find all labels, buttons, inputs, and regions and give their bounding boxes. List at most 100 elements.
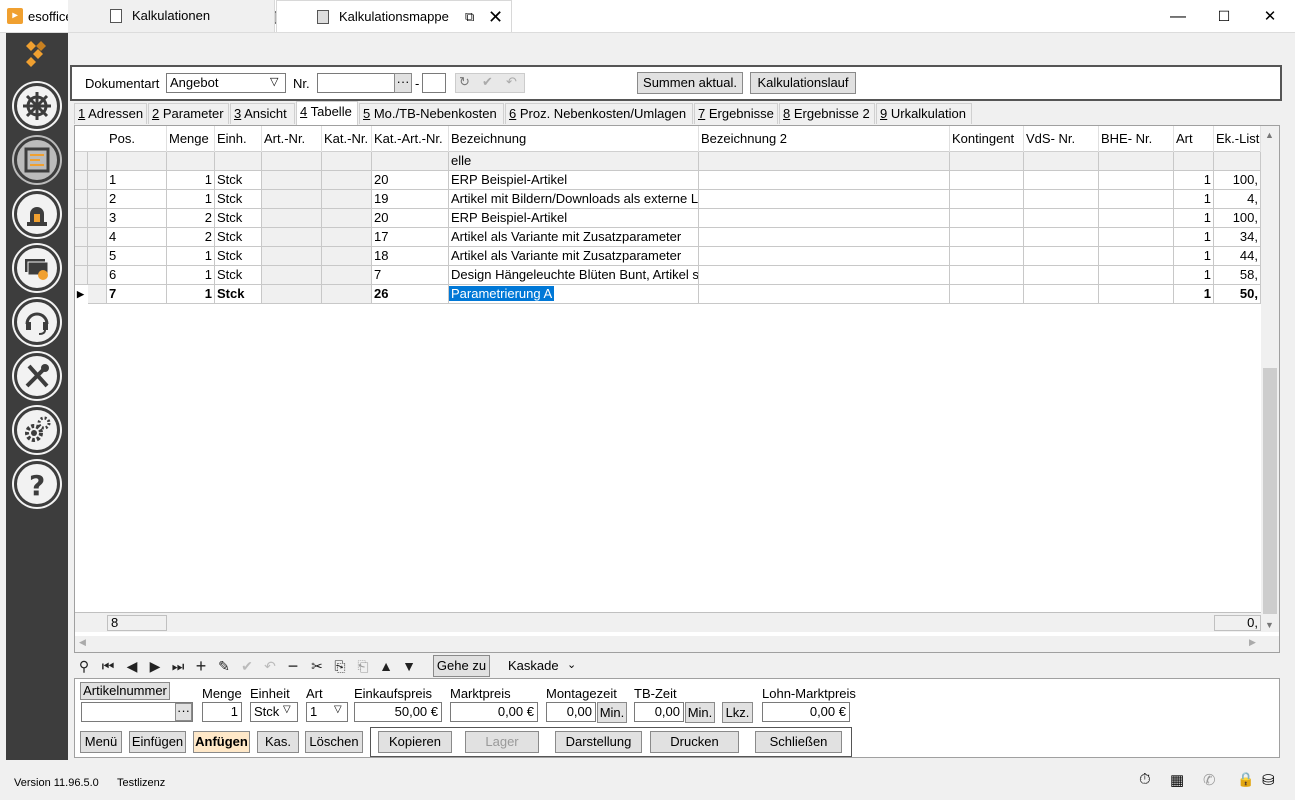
- summen-aktual-button[interactable]: Summen aktual.: [637, 72, 743, 94]
- einkaufspreis-input[interactable]: 50,00 €: [354, 702, 442, 722]
- chevron-down-icon[interactable]: ▽: [334, 704, 342, 715]
- table-row[interactable]: ▶ 7 1 Stck 26 Parametrierung A 1 50,: [75, 285, 1261, 304]
- cell-menge[interactable]: 1: [167, 266, 215, 285]
- cell-art[interactable]: 1: [1174, 228, 1214, 247]
- column-header-menge[interactable]: Menge: [167, 126, 215, 152]
- close-tab-icon[interactable]: ✕: [488, 1, 503, 33]
- cell-einh[interactable]: Stck: [215, 285, 262, 304]
- support-icon[interactable]: [14, 299, 60, 345]
- subtab-tabelle[interactable]: 4 Tabelle: [296, 101, 358, 125]
- cell-kontingent[interactable]: [950, 209, 1024, 228]
- schliessen-button[interactable]: Schließen: [755, 731, 842, 753]
- nr-browse-button[interactable]: ···: [394, 73, 412, 93]
- cell-pos[interactable]: 6: [107, 266, 167, 285]
- darstellung-button[interactable]: Darstellung: [555, 731, 642, 753]
- cell-pos[interactable]: 2: [107, 190, 167, 209]
- subtab-ergebnisse[interactable]: 7 Ergebnisse: [694, 103, 778, 124]
- timer-icon[interactable]: ⏱: [1139, 771, 1151, 788]
- filter-cell[interactable]: [1099, 152, 1174, 171]
- cell-einh[interactable]: Stck: [215, 266, 262, 285]
- cell-kontingent[interactable]: [950, 266, 1024, 285]
- cell-kat-art-nr[interactable]: 18: [372, 247, 449, 266]
- subtab-nebenkosten[interactable]: 5 Mo./TB-Nebenkosten: [359, 103, 504, 124]
- cell-einh[interactable]: Stck: [215, 247, 262, 266]
- scroll-right-icon[interactable]: ▶: [1249, 637, 1256, 648]
- tbzeit-input[interactable]: 0,00: [634, 702, 684, 722]
- filter-cell[interactable]: [88, 152, 107, 171]
- lock-icon[interactable]: 🔒: [1237, 771, 1254, 788]
- filter-input[interactable]: elle: [449, 152, 699, 171]
- min-button[interactable]: Min.: [685, 702, 715, 723]
- table-row[interactable]: 2 1 Stck 19 Artikel mit Bildern/Downloads al…: [75, 190, 1261, 209]
- cell-vds-nr[interactable]: [1024, 228, 1099, 247]
- cell-art[interactable]: 1: [1174, 285, 1214, 304]
- cell-kat-nr[interactable]: [322, 266, 372, 285]
- kaskade-dropdown[interactable]: Kaskade: [508, 658, 559, 673]
- subtab-ergebnisse-2[interactable]: 8 Ergebnisse 2: [779, 103, 875, 124]
- kopieren-button[interactable]: Kopieren: [378, 731, 452, 753]
- filter-cell[interactable]: [1214, 152, 1261, 171]
- tab-kalkulationsmappe[interactable]: Kalkulationsmappe ⧉ ✕: [276, 0, 512, 32]
- cell-pos[interactable]: 3: [107, 209, 167, 228]
- cell-bezeichnung[interactable]: Artikel mit Bildern/Downloads als extern…: [449, 190, 699, 209]
- cell-art-nr[interactable]: [262, 266, 322, 285]
- cell-ek-list[interactable]: 58,: [1214, 266, 1261, 285]
- first-record-icon[interactable]: ⏮: [98, 656, 118, 676]
- filter-cell[interactable]: [1024, 152, 1099, 171]
- cell-kat-nr[interactable]: [322, 209, 372, 228]
- chevron-down-icon[interactable]: ▽: [283, 704, 291, 715]
- kas-button[interactable]: Kas.: [257, 731, 299, 753]
- row-indicator[interactable]: [75, 190, 88, 209]
- cell-bhe-nr[interactable]: [1099, 190, 1174, 209]
- subtab-parameter[interactable]: 2 Parameter: [148, 103, 229, 124]
- row-indicator[interactable]: [75, 209, 88, 228]
- cell-menge[interactable]: 1: [167, 247, 215, 266]
- cell-ek-list[interactable]: 4,: [1214, 190, 1261, 209]
- cell-bezeichnung-2[interactable]: [699, 190, 950, 209]
- selected-text[interactable]: Parametrierung A: [449, 286, 555, 301]
- move-down-icon[interactable]: ▼: [399, 656, 419, 676]
- cell-bhe-nr[interactable]: [1099, 266, 1174, 285]
- refresh-icon[interactable]: ↻: [459, 74, 470, 90]
- row-indicator[interactable]: [75, 266, 88, 285]
- cell-bezeichnung[interactable]: Artikel als Variante mit Zusatzparameter: [449, 228, 699, 247]
- filter-cell[interactable]: [322, 152, 372, 171]
- cell-einh[interactable]: Stck: [215, 209, 262, 228]
- scroll-left-icon[interactable]: ◀: [79, 637, 86, 648]
- row-indicator[interactable]: ▶: [75, 285, 88, 304]
- filter-cell[interactable]: [372, 152, 449, 171]
- drucken-button[interactable]: Drucken: [650, 731, 739, 753]
- filter-cell[interactable]: [107, 152, 167, 171]
- cut-icon[interactable]: ✂: [307, 656, 327, 676]
- cell-bhe-nr[interactable]: [1099, 285, 1174, 304]
- cell-kat-art-nr[interactable]: 19: [372, 190, 449, 209]
- filter-cell[interactable]: [167, 152, 215, 171]
- cell-ek-list[interactable]: 100,: [1214, 171, 1261, 190]
- cell-bhe-nr[interactable]: [1099, 228, 1174, 247]
- alarm-icon[interactable]: [14, 191, 60, 237]
- cell-pos[interactable]: 7: [107, 285, 167, 304]
- next-record-icon[interactable]: ▶: [145, 656, 165, 676]
- cell-art-nr[interactable]: [262, 285, 322, 304]
- cell-art[interactable]: 1: [1174, 171, 1214, 190]
- montagezeit-input[interactable]: 0,00: [546, 702, 596, 722]
- add-icon[interactable]: +: [191, 656, 211, 676]
- dokumentart-select[interactable]: Angebot: [166, 73, 286, 93]
- cell-art[interactable]: 1: [1174, 266, 1214, 285]
- column-header-bhe-nr[interactable]: BHE- Nr.: [1099, 126, 1174, 152]
- scroll-up-icon[interactable]: ▲: [1265, 130, 1274, 140]
- vertical-scrollbar[interactable]: ▲ ▼: [1261, 126, 1279, 632]
- cell-kontingent[interactable]: [950, 228, 1024, 247]
- search-icon[interactable]: ⚲: [74, 656, 94, 676]
- filter-cell[interactable]: [262, 152, 322, 171]
- table-row[interactable]: 6 1 Stck 7 Design Hängeleuchte Blüten Bunt, …: [75, 266, 1261, 285]
- cell-art[interactable]: 1: [1174, 190, 1214, 209]
- filter-cell[interactable]: [75, 152, 88, 171]
- cell-bezeichnung[interactable]: ERP Beispiel-Artikel: [449, 171, 699, 190]
- column-header-ek-list[interactable]: Ek.-List: [1214, 126, 1261, 152]
- column-header-art[interactable]: Art: [1174, 126, 1214, 152]
- cell-menge[interactable]: 1: [167, 190, 215, 209]
- phone-icon[interactable]: ✆: [1203, 771, 1216, 789]
- cell-bhe-nr[interactable]: [1099, 171, 1174, 190]
- table-row[interactable]: 4 2 Stck 17 Artikel als Variante mit Zusatzp…: [75, 228, 1261, 247]
